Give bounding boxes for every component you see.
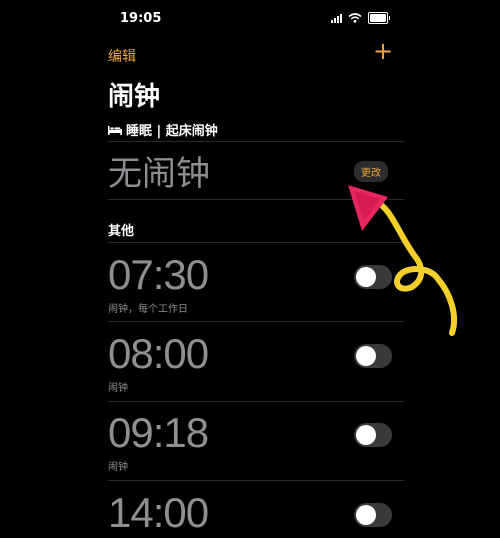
alarm-toggle[interactable]: [354, 265, 392, 289]
toggle-knob: [356, 267, 376, 287]
alarm-toggle[interactable]: [354, 503, 392, 527]
toggle-knob: [356, 505, 376, 525]
toggle-knob: [356, 346, 376, 366]
change-button[interactable]: 更改: [354, 161, 388, 182]
page-title: 闹钟: [108, 82, 161, 112]
sleep-section-header: 睡眠 | 起床闹钟: [108, 120, 218, 139]
alarm-row[interactable]: 08:00 闹钟: [108, 333, 404, 394]
status-time: 19:05: [120, 11, 162, 26]
status-icons: [331, 12, 390, 24]
bed-icon: [108, 125, 122, 135]
edit-button[interactable]: 编辑: [108, 46, 136, 66]
no-alarm-label: 无闹钟: [108, 154, 210, 194]
sleep-section-title: 睡眠 | 起床闹钟: [126, 124, 218, 139]
divider: [108, 242, 404, 243]
divider: [108, 199, 404, 200]
alarm-row[interactable]: 07:30 闹钟，每个工作日: [108, 254, 404, 315]
divider: [108, 401, 404, 402]
divider: [108, 480, 404, 481]
alarm-label: 闹钟: [108, 383, 128, 394]
alarm-label: 闹钟: [108, 462, 128, 473]
alarm-toggle[interactable]: [354, 423, 392, 447]
signal-icon: [331, 13, 342, 23]
wifi-icon: [348, 13, 362, 23]
divider: [108, 321, 404, 322]
alarm-toggle[interactable]: [354, 344, 392, 368]
other-section-header: 其他: [108, 224, 135, 239]
alarm-row[interactable]: 14:00: [108, 492, 404, 538]
battery-icon: [368, 12, 390, 24]
divider: [108, 141, 404, 142]
alarm-row[interactable]: 09:18 闹钟: [108, 412, 404, 473]
add-alarm-button[interactable]: +: [373, 39, 393, 63]
toggle-knob: [356, 425, 376, 445]
alarm-label: 闹钟，每个工作日: [108, 304, 188, 315]
plus-icon: +: [373, 37, 394, 65]
